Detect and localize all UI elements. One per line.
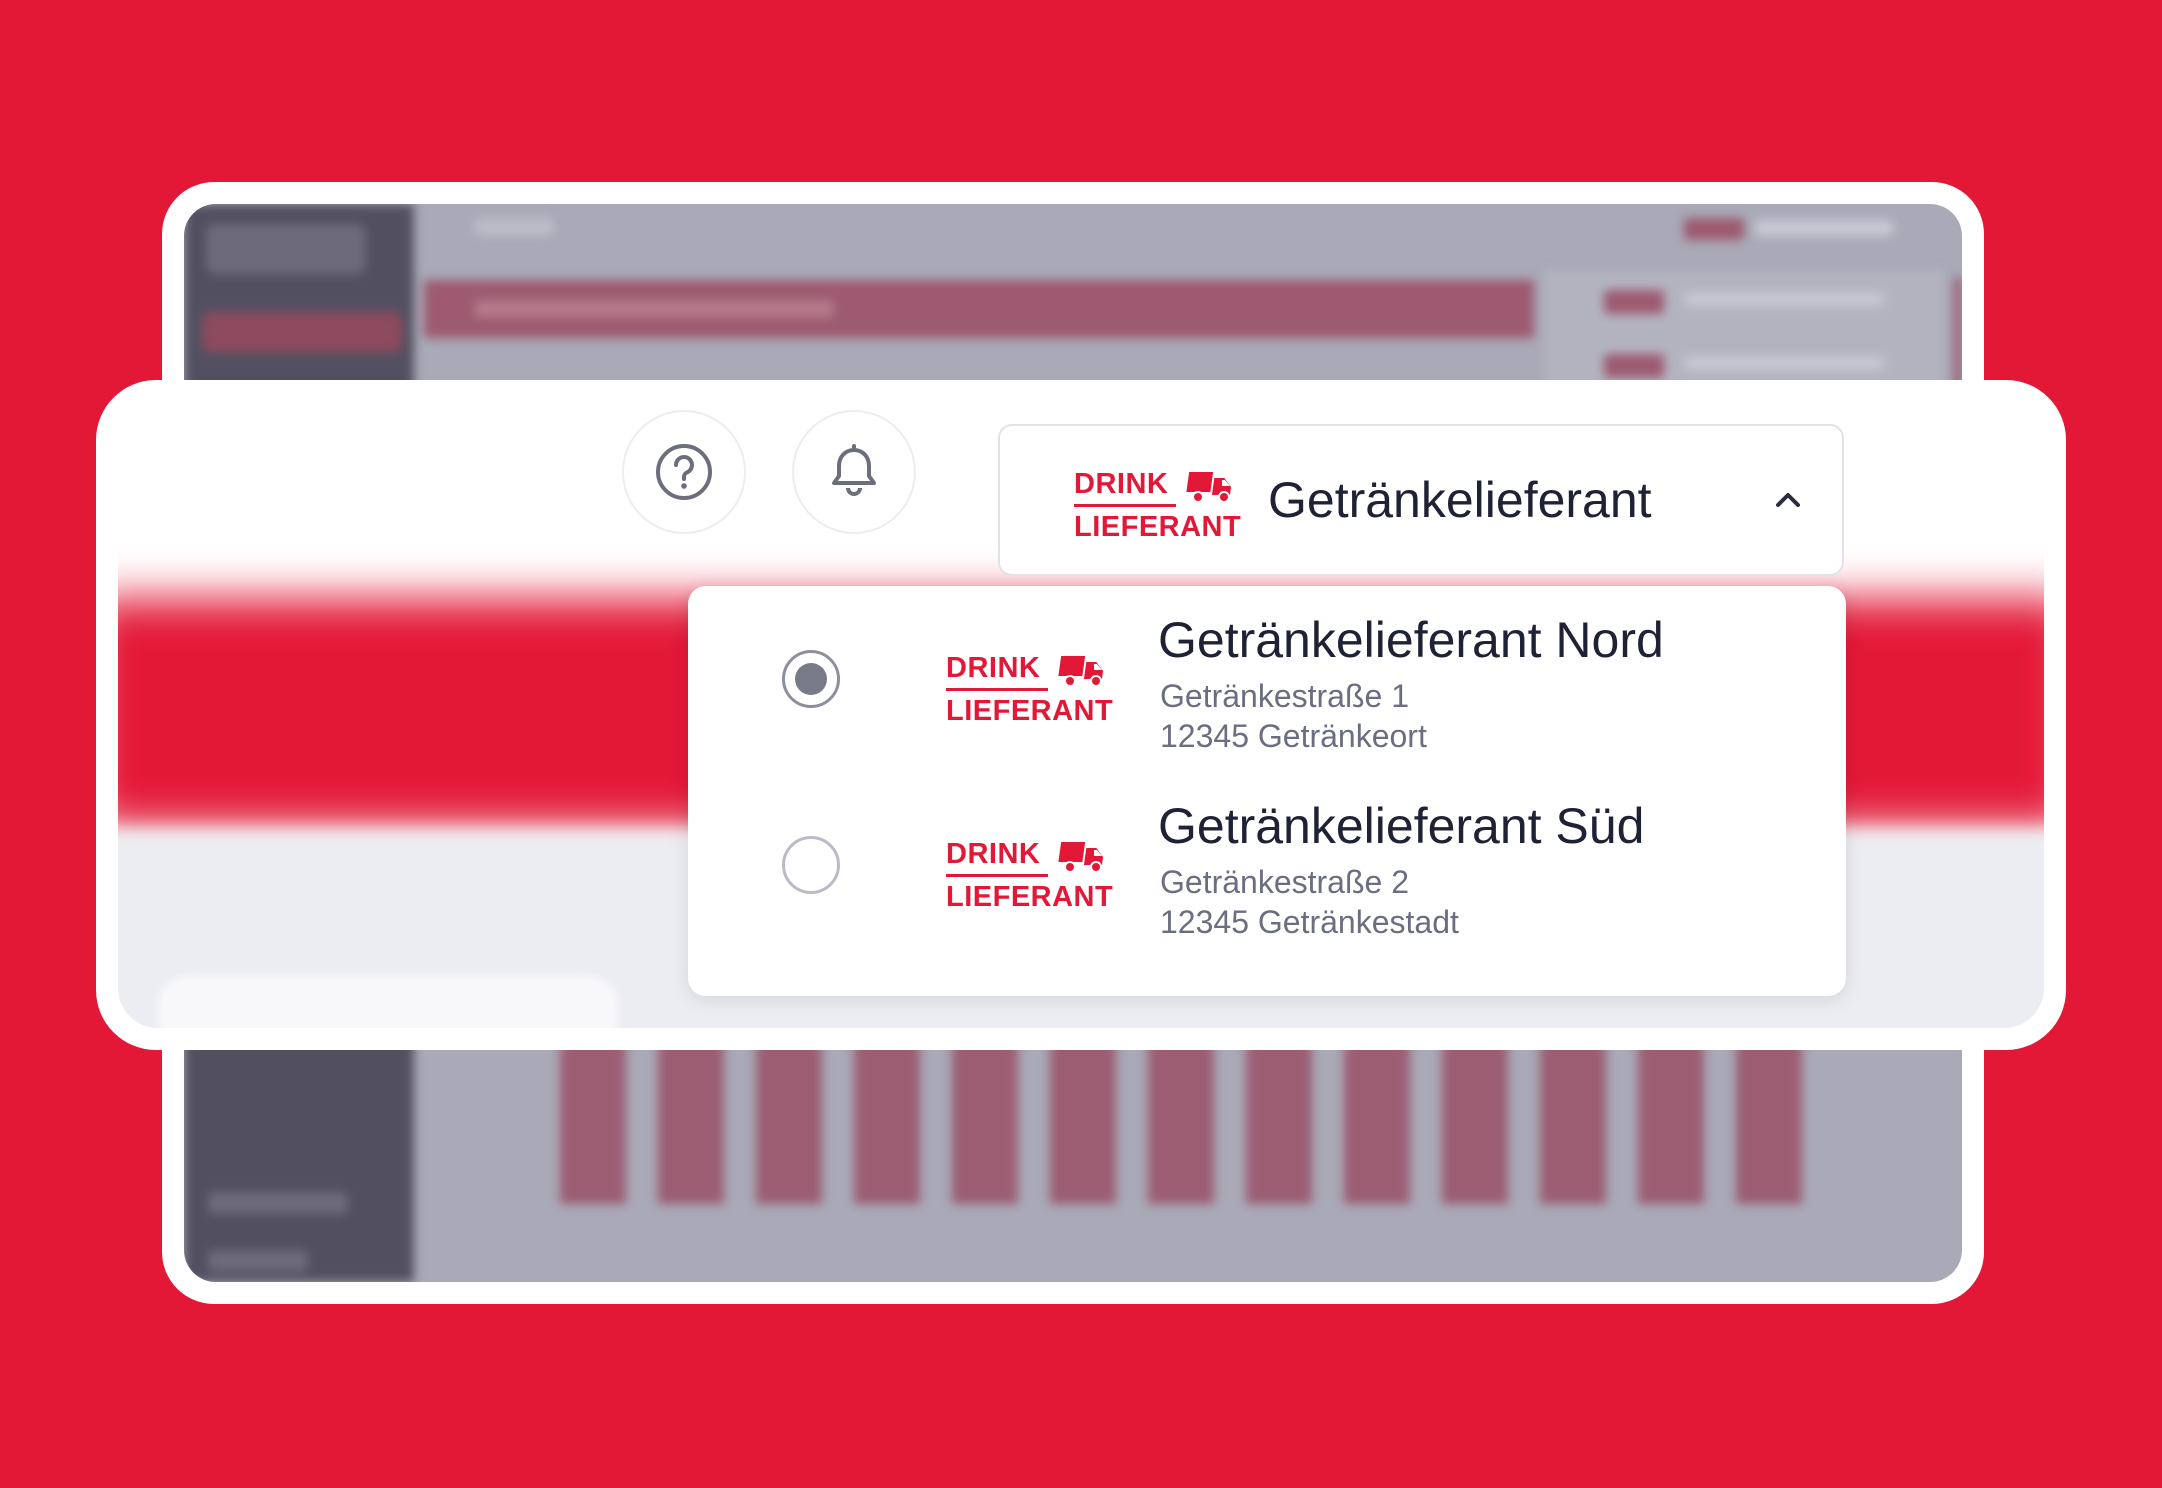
supplier-dropdown: DRINK LIEFERANT Getränkelieferant Nord G… <box>688 586 1846 996</box>
chevron-up-icon[interactable] <box>1768 480 1808 520</box>
radio-button-selected[interactable] <box>782 650 840 708</box>
supplier-city: 12345 Getränkeort <box>1160 718 1427 754</box>
blurred-topbar-text <box>474 218 554 236</box>
selected-supplier-name: Getränkelieferant <box>1268 472 1652 528</box>
supplier-street: Getränkestraße 1 <box>1160 678 1409 714</box>
notifications-button[interactable] <box>792 410 916 534</box>
supplier-name: Getränkelieferant Nord <box>1158 612 1664 668</box>
blurred-topbar-logo <box>1684 218 1744 240</box>
logo-line1: DRINK <box>946 838 1048 877</box>
truck-icon <box>1058 656 1104 687</box>
blurred-panel-logo <box>1604 290 1664 314</box>
bell-icon <box>832 444 876 496</box>
blurred-chart-bar <box>1442 1024 1508 1204</box>
blurred-chart-bar <box>1148 1024 1214 1204</box>
blurred-nav-active <box>202 312 402 352</box>
blurred-app-logo <box>206 224 366 274</box>
supplier-option-nord[interactable]: DRINK LIEFERANT Getränkelieferant Nord G… <box>688 606 1846 796</box>
help-button[interactable] <box>622 410 746 534</box>
blurred-panel-logo <box>1604 354 1664 378</box>
blurred-nav-item <box>208 1250 308 1272</box>
blurred-bar-chart <box>560 1024 1962 1204</box>
supplier-option-sued[interactable]: DRINK LIEFERANT Getränkelieferant Süd Ge… <box>688 792 1846 982</box>
radio-button-unselected[interactable] <box>782 836 840 894</box>
logo-line1: DRINK <box>1074 468 1176 507</box>
logo-line2: LIEFERANT <box>946 881 1114 913</box>
drink-lieferant-logo: DRINK LIEFERANT <box>946 838 1114 918</box>
question-circle-icon <box>656 444 712 500</box>
supplier-name: Getränkelieferant Süd <box>1158 798 1645 854</box>
blurred-chart-bar <box>854 1024 920 1204</box>
supplier-street: Getränkestraße 2 <box>1160 864 1409 900</box>
blurred-chart-bar <box>1050 1024 1116 1204</box>
logo-wordmark: DRINK LIEFERANT <box>1074 468 1242 543</box>
blurred-topbar-label <box>1754 220 1894 236</box>
blurred-chart-bar <box>952 1024 1018 1204</box>
logo-wordmark: DRINK LIEFERANT <box>946 838 1114 913</box>
truck-icon <box>1186 472 1232 503</box>
blurred-chart-bar <box>1246 1024 1312 1204</box>
blurred-chart-bar <box>560 1024 626 1204</box>
logo-line1: DRINK <box>946 652 1048 691</box>
blurred-chart-bar <box>1638 1024 1704 1204</box>
truck-icon <box>1058 842 1104 873</box>
blurred-chart-bar <box>756 1024 822 1204</box>
blurred-scrollbar <box>1954 278 1962 388</box>
logo-wordmark: DRINK LIEFERANT <box>946 652 1114 727</box>
blurred-panel-text <box>1684 292 1884 306</box>
blurred-banner-text <box>474 300 834 318</box>
blurred-chart-bar <box>658 1024 724 1204</box>
blurred-panel-text <box>1684 356 1884 370</box>
drink-lieferant-logo: DRINK LIEFERANT <box>946 652 1114 732</box>
logo-line2: LIEFERANT <box>946 695 1114 727</box>
supplier-selector[interactable]: DRINK LIEFERANT Getränkelieferant <box>998 424 1844 576</box>
blurred-nav-item <box>208 1192 348 1214</box>
blurred-chart-bar <box>1736 1024 1802 1204</box>
blurred-chart-bar <box>1540 1024 1606 1204</box>
logo-line2: LIEFERANT <box>1074 511 1242 543</box>
blurred-card <box>158 976 618 1028</box>
blurred-chart-bar <box>1344 1024 1410 1204</box>
drink-lieferant-logo: DRINK LIEFERANT <box>1074 468 1242 548</box>
supplier-city: 12345 Getränkestadt <box>1160 904 1459 940</box>
